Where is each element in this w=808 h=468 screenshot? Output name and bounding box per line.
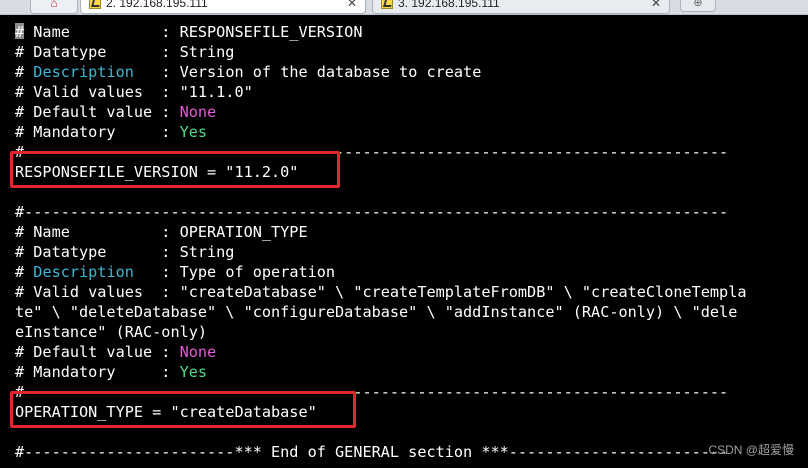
tab-bar: ⌂ 2. 192.168.195.111 ✕ 3. 192.168.195.11… xyxy=(0,0,808,15)
terminal-line: # Name : RESPONSEFILE_VERSION xyxy=(15,22,808,42)
tab-label: 2. 192.168.195.111 xyxy=(106,0,208,10)
terminal-text: Description xyxy=(33,63,134,81)
terminal-text: Yes xyxy=(179,363,208,381)
terminal-text: # Valid values : "createDatabase" \ "cre… xyxy=(15,283,747,301)
terminal-text: # Mandatory : xyxy=(15,123,180,141)
terminal-line: #---------------------------------------… xyxy=(15,202,808,222)
tab-session-2[interactable]: 2. 192.168.195.111 ✕ xyxy=(80,0,366,14)
close-icon[interactable]: ✕ xyxy=(651,0,661,10)
text-cursor xyxy=(15,23,24,39)
terminal-line: # Datatype : String xyxy=(15,242,808,262)
terminal-text: #-----------------------*** End of GENER… xyxy=(15,443,729,461)
home-icon: ⌂ xyxy=(50,0,58,10)
terminal-text: # Default value : xyxy=(15,103,180,121)
terminal-text: : Version of the database to create xyxy=(133,63,482,81)
watermark: CSDN @超爱慢 xyxy=(708,443,794,457)
terminal-line: # Mandatory : Yes xyxy=(15,362,808,382)
terminal-line: # Description : Type of operation xyxy=(15,262,808,282)
terminal-text: # Name : RESPONSEFILE_VERSION xyxy=(15,23,363,41)
terminal-icon xyxy=(89,0,101,9)
terminal-text: Description xyxy=(33,263,134,281)
tab-label: 3. 192.168.195.111 xyxy=(398,0,500,10)
terminal-icon xyxy=(381,0,393,9)
terminal-text: None xyxy=(179,343,217,361)
terminal-text: None xyxy=(179,103,217,121)
new-tab-button[interactable]: ⊕ xyxy=(680,0,716,12)
terminal-line: # Valid values : "createDatabase" \ "cre… xyxy=(15,282,808,302)
close-icon[interactable]: ✕ xyxy=(347,0,357,10)
terminal-text: # Mandatory : xyxy=(15,363,180,381)
highlight-box-operation-type xyxy=(10,391,356,428)
terminal-text: eInstance" (RAC-only) xyxy=(15,323,208,341)
terminal-line: # Datatype : String xyxy=(15,42,808,62)
terminal-line: te" \ "deleteDatabase" \ "configureDatab… xyxy=(15,302,808,322)
terminal-line: # Default value : None xyxy=(15,102,808,122)
terminal-text: # Valid values : "11.1.0" xyxy=(15,83,253,101)
terminal-text: # Datatype : String xyxy=(15,43,235,61)
terminal-line: eInstance" (RAC-only) xyxy=(15,322,808,342)
highlight-box-responsefile-version xyxy=(10,151,340,188)
terminal-line: # Valid values : "11.1.0" xyxy=(15,82,808,102)
terminal-line: # Description : Version of the database … xyxy=(15,62,808,82)
terminal-text: # Name : OPERATION_TYPE xyxy=(15,223,308,241)
terminal-text: Yes xyxy=(179,123,208,141)
terminal-text: te" \ "deleteDatabase" \ "configureDatab… xyxy=(15,303,738,321)
terminal-text: # Default value : xyxy=(15,343,180,361)
terminal-text: : Type of operation xyxy=(133,263,336,281)
tab-session-3[interactable]: 3. 192.168.195.111 ✕ xyxy=(372,0,670,14)
terminal-line: # Name : OPERATION_TYPE xyxy=(15,222,808,242)
terminal-text: #---------------------------------------… xyxy=(15,203,729,221)
terminal-text: # xyxy=(15,263,34,281)
terminal-line: # Mandatory : Yes xyxy=(15,122,808,142)
terminal-text: # xyxy=(15,63,34,81)
tab-home[interactable]: ⌂ xyxy=(30,0,78,14)
terminal-line: #-----------------------*** End of GENER… xyxy=(15,442,808,462)
terminal-text: # Datatype : String xyxy=(15,243,235,261)
terminal-line: # Default value : None xyxy=(15,342,808,362)
